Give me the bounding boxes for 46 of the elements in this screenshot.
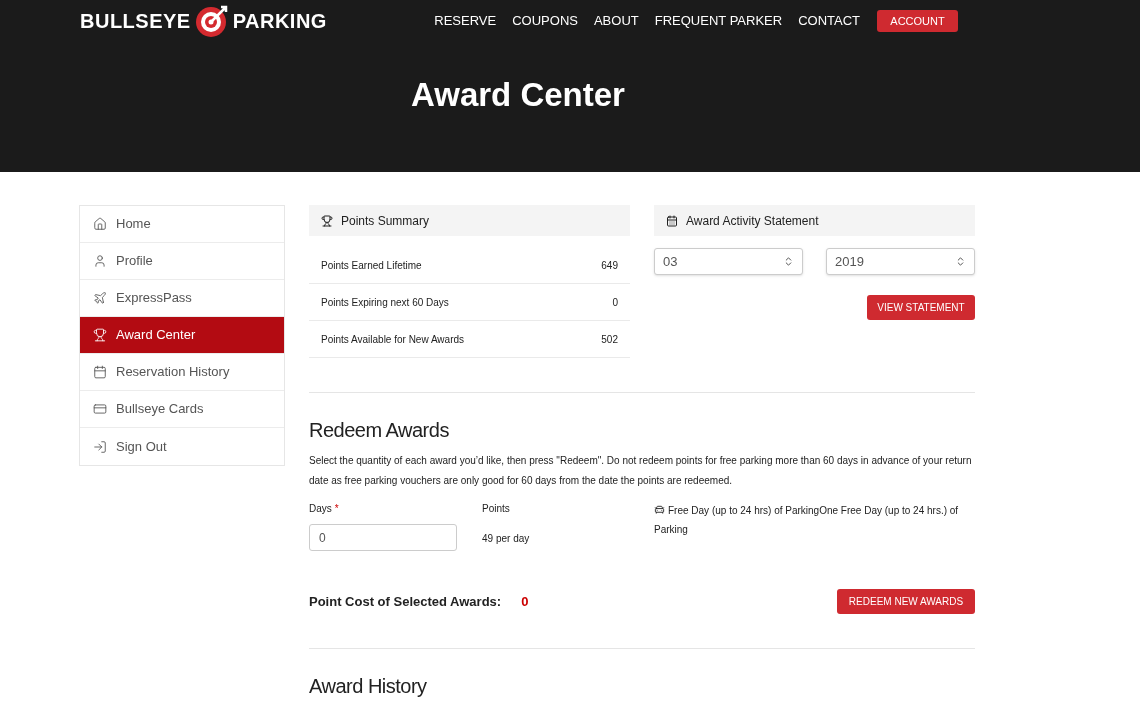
nav-link[interactable]: RESERVE [434, 11, 497, 31]
trophy-icon [321, 214, 333, 227]
award-description: Free Day (up to 24 hrs) of ParkingOne Free Day (up to 24 hrs.) of Parking [654, 503, 960, 537]
calendar-icon [93, 365, 107, 379]
user-icon [93, 254, 107, 268]
stepper-icon [955, 256, 966, 267]
cost-label: Point Cost of Selected Awards: [309, 592, 502, 611]
summary-label: Points Available for New Awards [321, 332, 465, 347]
field-label: Days [309, 502, 332, 516]
summary-value: 502 [601, 332, 618, 347]
redeem-button[interactable]: REDEEM NEW AWARDS [837, 589, 975, 614]
summary-value: 649 [601, 258, 618, 273]
car-icon [654, 504, 665, 515]
select-field[interactable]: 2019 [826, 248, 975, 275]
target-logo-icon [194, 4, 229, 38]
view-statement-button[interactable]: VIEW STATEMENT [867, 295, 975, 320]
cost-value: 0 [521, 592, 529, 611]
trophy-icon [93, 328, 107, 342]
section-title: Award History [309, 674, 428, 699]
redeem-description: Select the quantity of each award you’d like, then press "Redeem". Do not redeem points for free parking more than 60 days in advance of your return date as free parking vouchers are only good for 60 days from the date the points are redeemed. [309, 454, 973, 488]
summary-label: Points Expiring next 60 Days [321, 295, 449, 310]
nav-link[interactable]: ABOUT [593, 11, 639, 31]
sidebar-item[interactable]: Award Center [80, 317, 284, 354]
card-icon [93, 402, 107, 416]
required-mark: * [334, 502, 339, 516]
days-input[interactable]: 0 [309, 524, 457, 551]
select-field[interactable]: 03 [654, 248, 803, 275]
panel-title: Award Activity Statement [686, 212, 819, 230]
stepper-icon [783, 256, 794, 267]
logo-text: PARKING [232, 9, 327, 34]
section-title: Redeem Awards [309, 418, 450, 443]
panel-title: Points Summary [341, 212, 430, 230]
field-label: Points [482, 502, 511, 516]
logo-text: BULLSEYE [80, 9, 191, 34]
summary-label: Points Earned Lifetime [321, 258, 422, 273]
page-title: Award Center [411, 75, 626, 115]
plane-icon [93, 291, 107, 305]
nav-link[interactable]: CONTACT [798, 11, 860, 31]
summary-value: 0 [612, 295, 618, 310]
nav-link[interactable]: FREQUENT PARKER [654, 11, 783, 31]
points-value: 49 per day [482, 532, 531, 546]
calendar-icon [666, 214, 678, 227]
nav-link[interactable]: COUPONS [512, 11, 578, 31]
home-icon [93, 217, 107, 231]
account-button[interactable]: ACCOUNT [877, 10, 958, 32]
door-arrow-icon [93, 439, 107, 454]
